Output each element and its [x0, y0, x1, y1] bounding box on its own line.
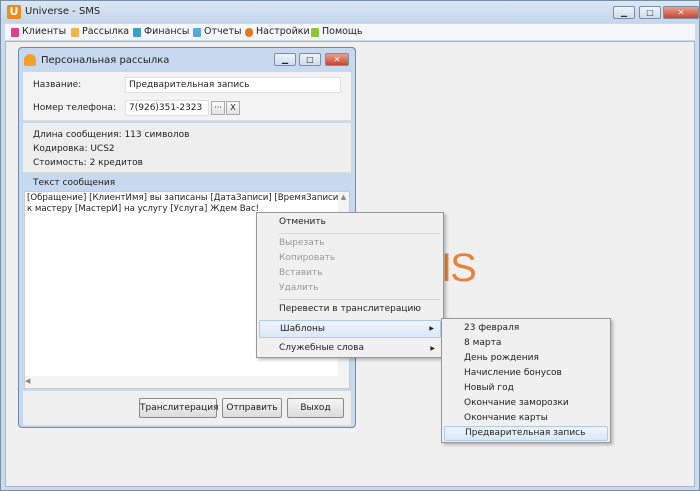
minimize-button[interactable]: ▁: [613, 6, 635, 19]
template-item[interactable]: 8 марта: [444, 336, 608, 351]
name-input[interactable]: Предварительная запись: [125, 77, 341, 93]
template-item[interactable]: 23 февраля: [444, 321, 608, 336]
mailing-icon: [71, 27, 79, 37]
template-item[interactable]: Окончание заморозки: [444, 396, 608, 411]
dialog-maximize-button[interactable]: □: [299, 53, 321, 66]
template-item-selected[interactable]: Предварительная запись: [444, 426, 608, 441]
send-button[interactable]: Отправить: [222, 398, 282, 418]
dialog-close-button[interactable]: ✕: [325, 53, 349, 66]
templates-submenu: 23 февраля 8 марта День рождения Начисле…: [441, 318, 611, 443]
submenu-arrow-icon: ▶: [429, 325, 434, 332]
menu-label: Рассылка: [82, 26, 130, 37]
menu-label: Шаблоны: [280, 324, 325, 334]
menu-mailing[interactable]: Рассылка: [71, 25, 129, 39]
help-icon: [311, 27, 319, 37]
menu-label: Настройки: [256, 26, 310, 37]
template-item[interactable]: Начисление бонусов: [444, 366, 608, 381]
name-label: Название:: [33, 80, 82, 90]
maximize-button[interactable]: □: [639, 6, 661, 19]
browse-phone-button[interactable]: ···: [211, 101, 225, 115]
message-line: [Обращение] [КлиентИмя] вы записаны [Дат…: [27, 193, 342, 203]
finance-icon: [133, 27, 141, 37]
reports-icon: [193, 27, 201, 37]
clients-icon: [11, 27, 19, 37]
dialog-title: Персональная рассылка: [41, 55, 170, 66]
transliterate-button[interactable]: Транслитерация: [139, 398, 219, 418]
app-logo-icon: U: [7, 5, 21, 19]
menu-item-templates[interactable]: Шаблоны ▶: [259, 320, 441, 338]
menu-item-service-words[interactable]: Служебные слова ▶: [259, 341, 441, 356]
menu-separator: [279, 299, 440, 300]
form-section: Название: Предварительная запись Номер т…: [23, 72, 351, 121]
menu-separator: [279, 233, 440, 234]
menu-bar: Клиенты Рассылка Финансы Отчеты Настройк…: [5, 24, 695, 40]
menu-label: Отчеты: [204, 26, 242, 37]
app-title: Universe - SMS: [25, 6, 101, 17]
exit-button[interactable]: Выход: [287, 398, 344, 418]
template-item[interactable]: Новый год: [444, 381, 608, 396]
menu-item-copy[interactable]: Копировать: [259, 251, 441, 266]
close-button[interactable]: ✕: [663, 6, 699, 19]
message-length: Длина сообщения: 113 символов: [33, 130, 190, 140]
background-logo: IS: [441, 246, 477, 290]
template-item[interactable]: Окончание карты: [444, 411, 608, 426]
menu-label: Клиенты: [22, 26, 67, 37]
menu-finance[interactable]: Финансы: [133, 25, 189, 39]
menu-label: Помощь: [322, 26, 363, 37]
menu-settings[interactable]: Настройки: [245, 25, 310, 39]
horizontal-scrollbar[interactable]: ◀: [25, 376, 349, 388]
menu-item-cut[interactable]: Вырезать: [259, 236, 441, 251]
settings-icon: [245, 27, 253, 37]
info-section: Длина сообщения: 113 символов Кодировка:…: [23, 123, 351, 173]
cost: Стоимость: 2 кредитов: [33, 158, 143, 168]
menu-item-paste[interactable]: Вставить: [259, 266, 441, 281]
menu-help[interactable]: Помощь: [311, 25, 362, 39]
clear-phone-button[interactable]: X: [226, 101, 240, 115]
menu-item-undo[interactable]: Отменить: [259, 215, 441, 230]
dialog-minimize-button[interactable]: ▁: [274, 53, 296, 66]
encoding: Кодировка: UCS2: [33, 144, 115, 154]
person-icon: [24, 54, 36, 66]
template-item[interactable]: День рождения: [444, 351, 608, 366]
menu-reports[interactable]: Отчеты: [193, 25, 242, 39]
context-menu: Отменить Вырезать Копировать Вставить Уд…: [256, 212, 444, 358]
menu-item-delete[interactable]: Удалить: [259, 281, 441, 296]
message-text-label: Текст сообщения: [33, 178, 116, 188]
button-bar: Транслитерация Отправить Выход: [23, 391, 351, 425]
menu-label: Финансы: [144, 26, 190, 37]
submenu-arrow-icon: ▶: [430, 345, 435, 352]
menu-clients[interactable]: Клиенты: [11, 25, 66, 39]
menu-item-transliterate[interactable]: Перевести в транслитерацию: [259, 302, 441, 317]
phone-input[interactable]: 7(926)351-2323: [125, 100, 209, 116]
title-bar: U Universe - SMS ▁ □ ✕: [1, 1, 699, 23]
phone-label: Номер телефона:: [33, 103, 116, 113]
menu-label: Служебные слова: [279, 343, 364, 353]
